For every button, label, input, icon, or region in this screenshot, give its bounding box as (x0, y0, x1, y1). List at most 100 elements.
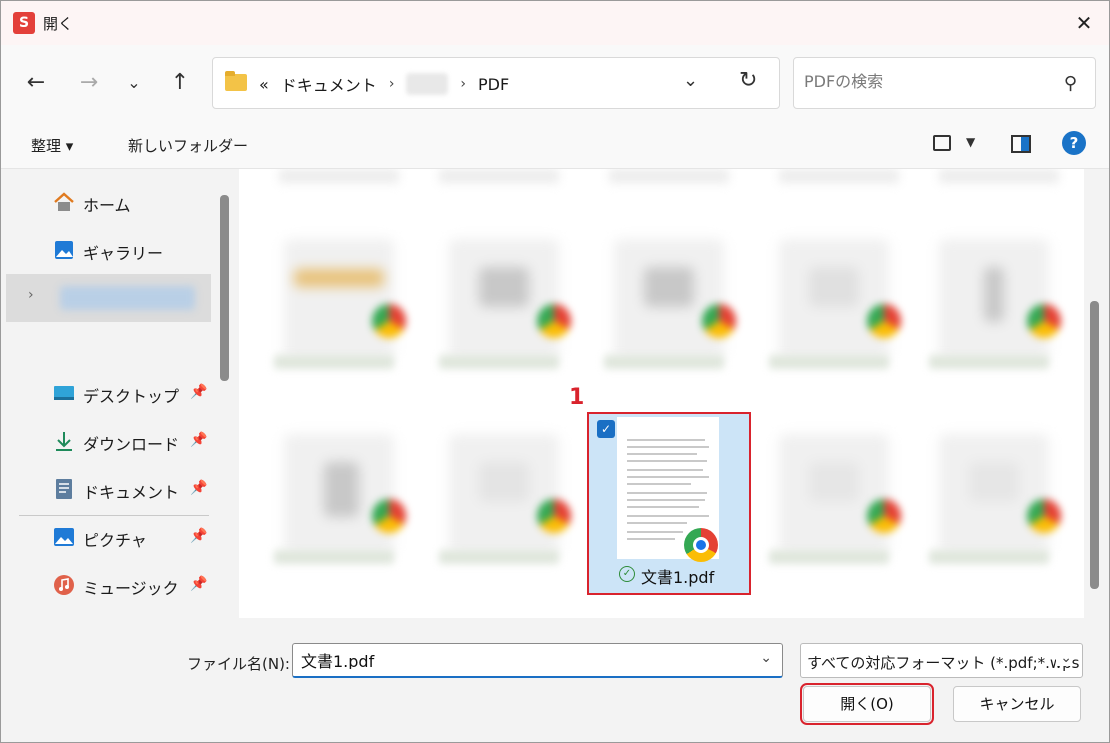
recent-locations-button[interactable]: ⌄ (118, 67, 150, 99)
gallery-icon (55, 241, 73, 259)
breadcrumb-pdf[interactable]: PDF (478, 75, 509, 94)
blurred-file-label (769, 355, 889, 369)
sidebar-item-gallery[interactable]: ギャラリー (1, 227, 211, 273)
blurred-thumbnail (939, 239, 1049, 359)
app-icon: S (13, 12, 35, 34)
sidebar-item-downloads[interactable]: ダウンロード 📌 (1, 418, 211, 464)
breadcrumb-separator[interactable]: › (460, 76, 466, 92)
organize-menu[interactable]: 整理 ▾ (31, 135, 73, 156)
preview-pane-icon[interactable] (1011, 135, 1031, 153)
file-tile[interactable] (919, 229, 1069, 399)
breadcrumb-documents[interactable]: ドキュメント (281, 72, 377, 96)
folder-icon (225, 71, 247, 91)
blurred-thumbnail (284, 434, 394, 554)
blurred-file-label (779, 169, 899, 183)
pictures-icon (54, 528, 74, 546)
blurred-file-label (439, 169, 559, 183)
breadcrumb-overflow[interactable]: « (259, 75, 269, 94)
file-tile[interactable] (594, 229, 744, 399)
search-input[interactable] (804, 72, 1044, 91)
navigation-bar: ← → ⌄ ↑ « ドキュメント › › PDF ⌄ ↻ ⚲ (1, 45, 1109, 121)
breadcrumb-blurred-folder[interactable] (406, 73, 449, 95)
selected-file-tile[interactable]: ✓ ✓ 文書1.pdf (587, 412, 751, 595)
open-button[interactable]: 開く(O) (800, 683, 934, 725)
blurred-account-label (60, 286, 195, 310)
file-list-scrollbar[interactable] (1090, 301, 1099, 589)
title-bar: S 開く ✕ (1, 1, 1109, 45)
file-tile[interactable] (264, 229, 414, 399)
pin-icon[interactable]: 📌 (190, 576, 207, 592)
pin-icon[interactable]: 📌 (190, 384, 207, 400)
sidebar-item-onedrive[interactable]: › (6, 274, 211, 322)
filename-combobox[interactable]: ⌄ (292, 643, 783, 678)
sidebar-item-label: ドキュメント (83, 483, 180, 502)
blurred-thumbnail (779, 239, 889, 359)
chevron-right-icon[interactable]: › (28, 287, 34, 303)
refresh-icon[interactable]: ↻ (739, 68, 757, 93)
filename-label: ファイル名(N): (187, 655, 290, 673)
sidebar-item-label: ホーム (83, 196, 131, 215)
cancel-button[interactable]: キャンセル (953, 686, 1081, 722)
close-icon: ✕ (1075, 11, 1093, 35)
open-dialog: S 開く ✕ ← → ⌄ ↑ « ドキュメント › › PDF ⌄ ↻ ⚲ 整理 (0, 0, 1110, 743)
blurred-file-label (929, 550, 1049, 564)
sidebar-item-label: ダウンロード (83, 435, 180, 454)
sidebar-scrollbar[interactable] (220, 195, 229, 381)
breadcrumb-separator[interactable]: › (389, 76, 395, 92)
file-tile[interactable] (429, 229, 579, 399)
view-mode-dropdown-icon[interactable]: ▼ (966, 135, 975, 149)
file-tile[interactable] (429, 424, 579, 594)
pin-icon[interactable]: 📌 (190, 432, 207, 448)
up-button[interactable]: ↑ (164, 67, 196, 99)
pin-icon[interactable]: 📌 (190, 528, 207, 544)
search-icon[interactable]: ⚲ (1064, 73, 1077, 94)
chrome-icon (537, 304, 571, 338)
view-mode-icon[interactable] (933, 135, 951, 151)
blurred-file-label (939, 169, 1059, 183)
chrome-icon (372, 499, 406, 533)
back-button[interactable]: ← (20, 67, 52, 99)
file-tile[interactable] (919, 424, 1069, 594)
sidebar-item-documents[interactable]: ドキュメント 📌 (1, 466, 211, 512)
sidebar-item-label: デスクトップ (83, 387, 180, 406)
address-dropdown-icon[interactable]: ⌄ (683, 70, 698, 91)
address-bar[interactable]: « ドキュメント › › PDF ⌄ ↻ (212, 57, 780, 109)
chrome-icon (867, 499, 901, 533)
blurred-file-label (439, 355, 559, 369)
file-type-value: すべての対応フォーマット (*.pdf;*.wps (807, 654, 1080, 672)
new-folder-button[interactable]: 新しいフォルダー (128, 135, 248, 156)
download-icon (56, 432, 72, 451)
file-tile[interactable] (759, 424, 909, 594)
chevron-down-icon[interactable]: ⌄ (760, 650, 772, 666)
sidebar-item-music[interactable]: ミュージック 📌 (1, 562, 211, 608)
pin-icon[interactable]: 📌 (190, 480, 207, 496)
blurred-file-label (274, 355, 394, 369)
help-icon[interactable]: ? (1062, 131, 1086, 155)
blurred-file-label (439, 550, 559, 564)
file-tile[interactable] (264, 424, 414, 594)
dialog-title: 開く (43, 15, 74, 33)
checkbox-checked-icon[interactable]: ✓ (597, 420, 615, 438)
sidebar-item-home[interactable]: ホーム (1, 179, 211, 225)
chrome-icon (1027, 499, 1061, 533)
close-button[interactable]: ✕ (1059, 1, 1109, 45)
step-marker-1: 1 (569, 385, 585, 410)
sidebar-item-desktop[interactable]: デスクトップ 📌 (1, 370, 211, 416)
sidebar-item-label: ピクチャ (83, 531, 147, 550)
chrome-icon (867, 304, 901, 338)
blurred-file-label (604, 355, 724, 369)
filename-input[interactable] (301, 650, 741, 669)
chevron-down-icon[interactable]: ⌄ (1056, 650, 1072, 666)
sidebar-item-label: ギャラリー (83, 244, 164, 263)
command-bar: 整理 ▾ 新しいフォルダー ▼ ? (1, 121, 1109, 169)
file-type-select[interactable]: すべての対応フォーマット (*.pdf;*.wps ⌄ (800, 643, 1083, 678)
sidebar-item-pictures[interactable]: ピクチャ 📌 (1, 514, 211, 560)
blurred-thumbnail (614, 239, 724, 359)
blurred-thumbnail (449, 434, 559, 554)
file-tile[interactable] (759, 229, 909, 399)
home-icon (54, 192, 74, 211)
forward-button[interactable]: → (73, 67, 105, 99)
chrome-icon (372, 304, 406, 338)
music-icon (54, 575, 74, 595)
search-box[interactable]: ⚲ (793, 57, 1096, 109)
